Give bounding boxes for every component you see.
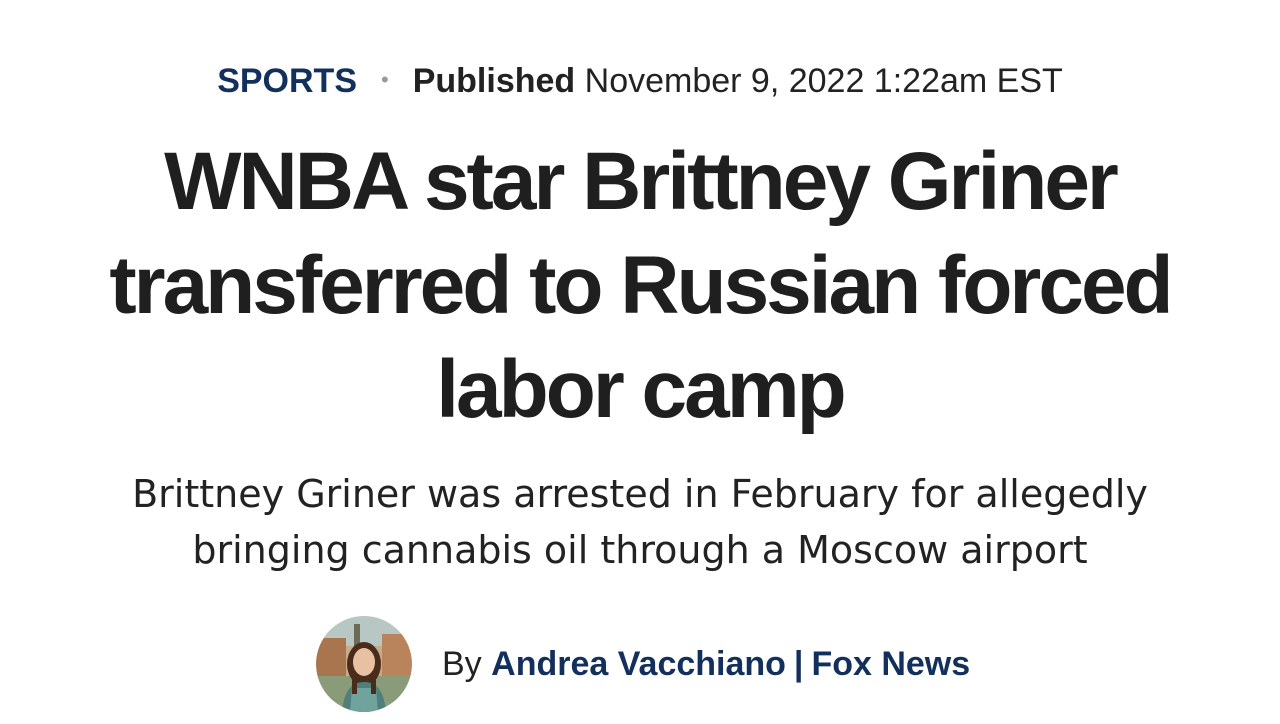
category-link[interactable]: SPORTS [217, 62, 357, 100]
subheadline-line: Brittney Griner was arrested in February… [132, 472, 1148, 516]
published-date: November 9, 2022 1:22am EST [584, 62, 1063, 100]
author-avatar[interactable] [316, 616, 412, 712]
byline-prefix: By [442, 645, 482, 683]
outlet-link[interactable]: Fox News [811, 645, 970, 683]
headline: WNBA star Brittney Griner transferred to… [40, 130, 1240, 442]
subheadline-line: bringing cannabis oil through a Moscow a… [192, 528, 1088, 572]
article-meta: SPORTS • Published November 9, 2022 1:22am… [0, 58, 1280, 103]
article-header: SPORTS • Published November 9, 2022 1:22am… [0, 0, 1280, 724]
headline-line: labor camp [436, 344, 846, 435]
byline-text: By Andrea Vacchiano | Fox News [442, 642, 970, 686]
headline-line: transferred to Russian forced [109, 240, 1173, 331]
headline-line: WNBA star Brittney Griner [164, 136, 1119, 227]
author-link[interactable]: Andrea Vacchiano [491, 645, 786, 683]
byline: By Andrea Vacchiano | Fox News [316, 616, 970, 712]
published-label: Published [412, 62, 576, 100]
byline-separator: | [793, 645, 804, 683]
subheadline: Brittney Griner was arrested in February… [40, 466, 1240, 578]
author-avatar-photo [316, 616, 412, 712]
meta-separator: • [381, 67, 389, 92]
